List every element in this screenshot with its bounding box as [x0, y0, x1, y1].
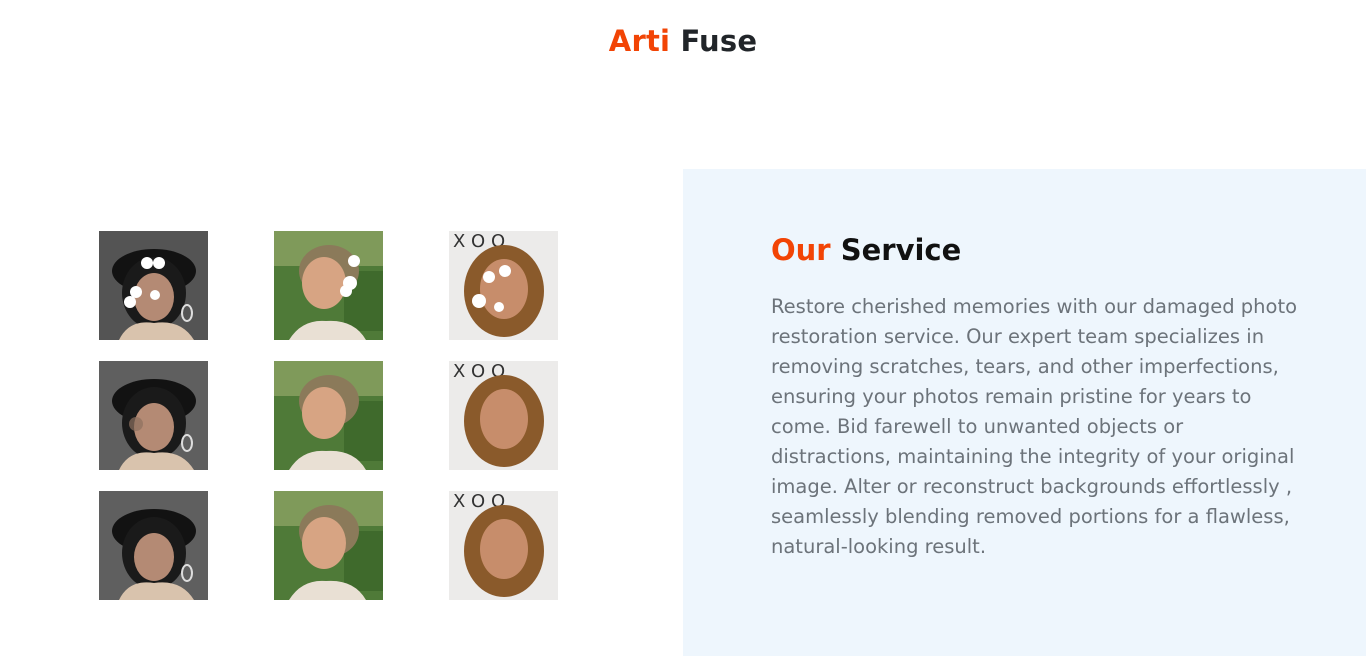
service-description: Restore cherished memories with our dama…: [771, 295, 1298, 558]
masked-photo-woman-outdoors: [274, 361, 383, 470]
brand-name-first: Arti: [608, 24, 671, 58]
restoration-gallery: X O O X O O X O O: [99, 231, 559, 601]
masked-photo-woman-long-hair: X O O: [449, 361, 558, 470]
restored-photo-woman-hat: [99, 491, 208, 600]
service-title-accent: Our: [771, 233, 831, 267]
masked-photo-woman-hat: [99, 361, 208, 470]
service-section: Our Service Restore cherished memories w…: [683, 169, 1366, 656]
restored-photo-woman-long-hair: X O O: [449, 491, 558, 600]
brand-name-second: Fuse: [680, 24, 758, 58]
service-title: Our Service: [771, 233, 961, 267]
damaged-photo-woman-long-hair: X O O: [449, 231, 558, 340]
brand-logo[interactable]: Arti Fuse: [0, 24, 1366, 58]
damaged-photo-woman-hat: [99, 231, 208, 340]
restored-photo-woman-outdoors: [274, 491, 383, 600]
damaged-photo-woman-outdoors: [274, 231, 383, 340]
service-title-rest: Service: [840, 233, 962, 267]
